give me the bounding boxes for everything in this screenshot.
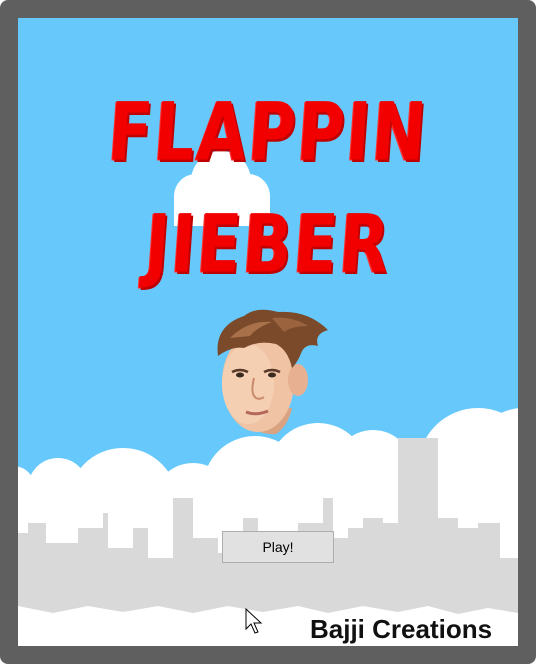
player-character-icon (217, 309, 328, 435)
arrow-cursor-icon (245, 608, 263, 634)
game-canvas: FLAPPIN JIEBER Play! Bajji Creations (18, 18, 518, 646)
game-title-line1: FLAPPIN (105, 86, 431, 180)
game-title-line2: JIEBER (142, 198, 394, 292)
game-window: FLAPPIN JIEBER Play! Bajji Creations (0, 0, 536, 664)
credits-text: Bajji Creations (310, 614, 493, 644)
play-button[interactable]: Play! (222, 531, 334, 563)
